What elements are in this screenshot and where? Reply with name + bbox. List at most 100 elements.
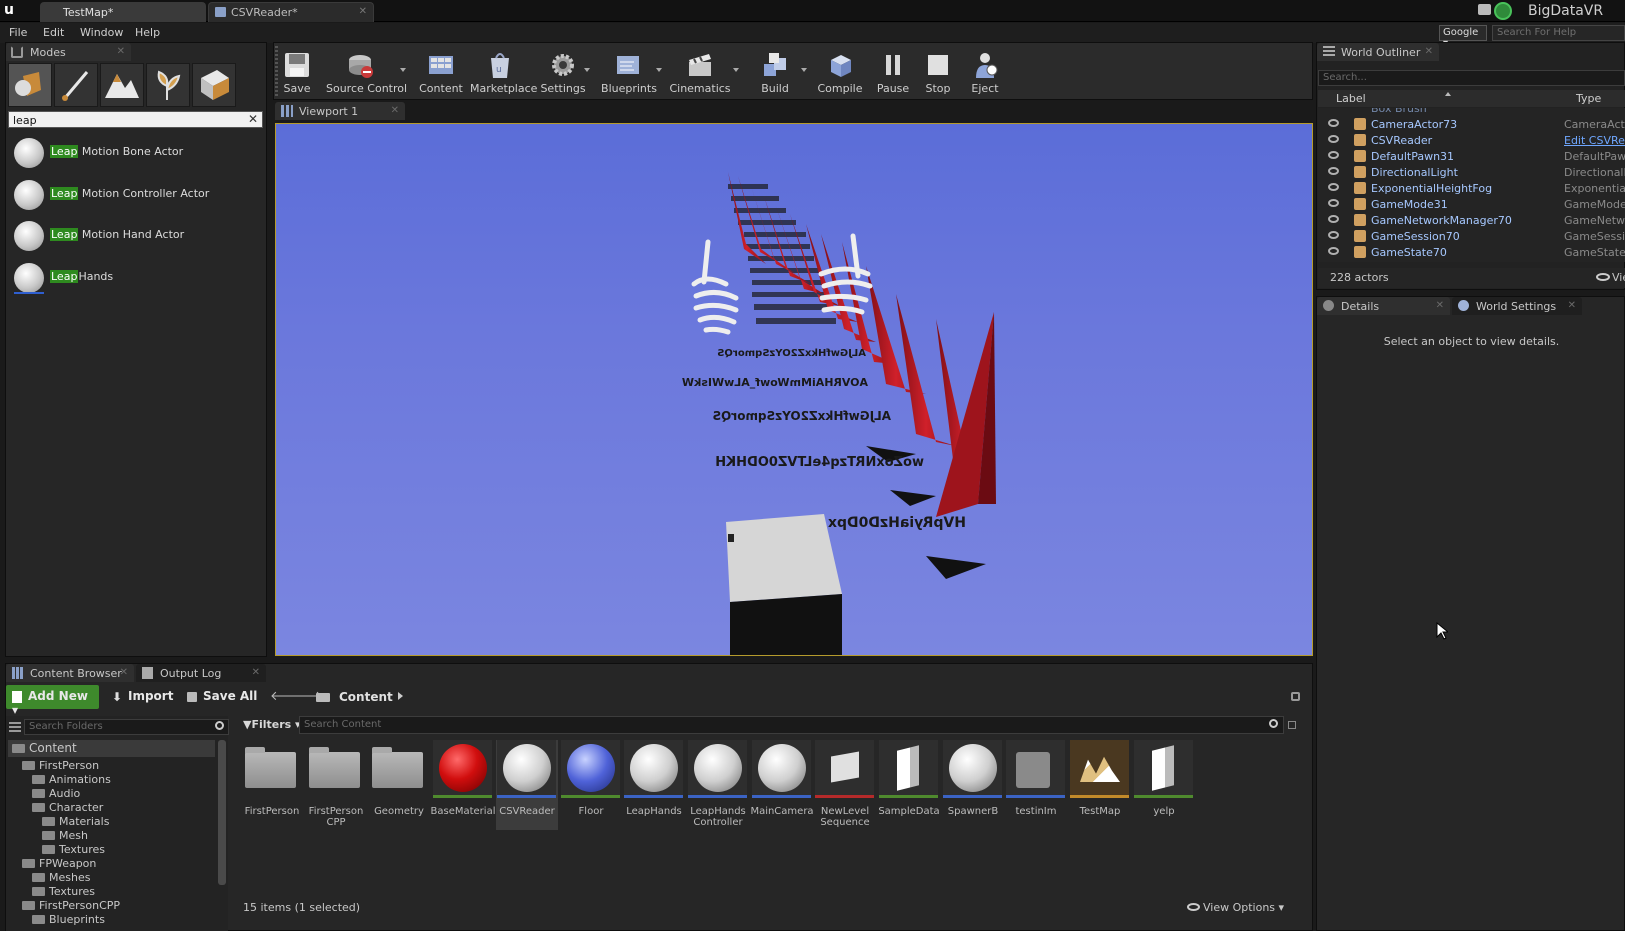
close-icon[interactable]: ✕ bbox=[391, 105, 399, 116]
menu-window[interactable]: Window bbox=[80, 26, 123, 39]
paint-mode-button[interactable] bbox=[54, 63, 98, 107]
menu-file[interactable]: File bbox=[9, 26, 27, 39]
table-row[interactable]: GameState70 GameState bbox=[1318, 244, 1625, 260]
breadcrumb-arrow-icon[interactable] bbox=[398, 692, 403, 700]
eye-icon[interactable] bbox=[1596, 273, 1610, 281]
save-search-icon[interactable] bbox=[1288, 721, 1296, 729]
content-button[interactable]: Content bbox=[411, 48, 471, 96]
tab-csvreader[interactable]: CSVReader* ✕ bbox=[208, 2, 374, 22]
import-button[interactable]: ⬇ Import bbox=[108, 685, 179, 709]
asset-tile[interactable]: TestMap bbox=[1069, 740, 1131, 830]
tree-folder-item[interactable]: Character bbox=[32, 801, 103, 815]
table-row[interactable]: GameSession70 GameSession bbox=[1318, 228, 1625, 244]
close-icon[interactable]: ✕ bbox=[120, 667, 128, 678]
column-type[interactable]: Type bbox=[1576, 92, 1601, 105]
eject-button[interactable]: Eject bbox=[955, 48, 1015, 96]
close-icon[interactable]: ✕ bbox=[252, 667, 260, 678]
blueprints-button[interactable]: Blueprints bbox=[596, 48, 662, 96]
table-row[interactable]: DefaultPawn31 DefaultPawn bbox=[1318, 148, 1625, 164]
marketplace-button[interactable]: u Marketplace bbox=[470, 48, 537, 96]
visibility-eye-icon[interactable] bbox=[1328, 151, 1339, 159]
sources-toggle-icon[interactable] bbox=[9, 722, 21, 732]
asset-tile[interactable]: testinIm bbox=[1005, 740, 1067, 830]
table-row[interactable]: DirectionalLight DirectionalLight bbox=[1318, 164, 1625, 180]
view-options-partial[interactable]: View Options bbox=[1612, 271, 1625, 284]
menu-edit[interactable]: Edit bbox=[43, 26, 64, 39]
asset-tile[interactable]: SampleData bbox=[878, 740, 940, 830]
table-row[interactable]: Box Brush bbox=[1318, 108, 1625, 115]
modes-search-input[interactable]: leap ✕ bbox=[8, 111, 263, 128]
menu-help[interactable]: Help bbox=[135, 26, 160, 39]
tree-folder-item[interactable]: Animations bbox=[32, 773, 111, 787]
asset-tile[interactable]: FirstPerson bbox=[241, 740, 303, 830]
blueprints-dropdown-icon[interactable] bbox=[656, 68, 662, 72]
table-row[interactable]: GameMode31 GameMode bbox=[1318, 196, 1625, 212]
table-row[interactable]: CameraActor73 CameraActor bbox=[1318, 116, 1625, 132]
tab-modes[interactable]: Modes ✕ bbox=[6, 43, 131, 61]
tree-folder-item[interactable]: Blueprints bbox=[32, 913, 105, 927]
tab-details[interactable]: Details ✕ bbox=[1317, 297, 1450, 315]
tree-folder-item[interactable]: Audio bbox=[32, 787, 80, 801]
search-content-input[interactable]: Search Content bbox=[299, 716, 1284, 734]
help-search-input[interactable]: Search For Help bbox=[1492, 25, 1625, 41]
list-item[interactable]: Leap Motion Controller Actor bbox=[14, 178, 254, 212]
close-icon[interactable]: ✕ bbox=[1568, 300, 1576, 311]
chat-icon[interactable] bbox=[1478, 4, 1491, 15]
visibility-eye-icon[interactable] bbox=[1328, 231, 1339, 239]
tree-folder-item[interactable]: Mesh bbox=[42, 829, 88, 843]
tab-output-log[interactable]: Output Log ✕ bbox=[136, 664, 266, 682]
asset-tile[interactable]: yelp bbox=[1133, 740, 1195, 830]
list-item[interactable]: LeapHands bbox=[14, 261, 254, 295]
asset-tile[interactable]: Geometry bbox=[368, 740, 430, 830]
asset-tile[interactable]: SpawnerB bbox=[942, 740, 1004, 830]
geometry-mode-button[interactable] bbox=[192, 63, 236, 107]
tab-world-outliner[interactable]: World Outliner ✕ bbox=[1317, 43, 1439, 61]
build-button[interactable]: Build bbox=[745, 48, 805, 96]
outliner-search-input[interactable]: Search... bbox=[1318, 70, 1625, 86]
close-icon[interactable]: ✕ bbox=[1436, 300, 1444, 311]
tree-folder-item[interactable]: Textures bbox=[42, 843, 105, 857]
view-options-button[interactable]: View Options ▾ bbox=[1187, 901, 1284, 914]
breadcrumb-content[interactable]: Content bbox=[339, 690, 393, 704]
tree-folder-item[interactable]: Meshes bbox=[32, 871, 90, 885]
tab-testmap[interactable]: TestMap* bbox=[40, 2, 206, 22]
visibility-eye-icon[interactable] bbox=[1328, 119, 1339, 127]
table-row[interactable]: GameNetworkManager70 GameNetworkManager bbox=[1318, 212, 1625, 228]
close-icon[interactable]: ✕ bbox=[1425, 46, 1433, 57]
asset-tile[interactable]: FirstPerson CPP bbox=[305, 740, 367, 830]
compile-button[interactable]: Compile bbox=[810, 48, 870, 96]
close-icon[interactable]: ✕ bbox=[117, 46, 125, 57]
list-item[interactable]: Leap Motion Hand Actor bbox=[14, 219, 254, 253]
tree-folder-item[interactable]: FPWeapon bbox=[22, 857, 96, 871]
unreal-logo-icon[interactable]: u bbox=[4, 2, 20, 18]
settings-button[interactable]: Settings bbox=[533, 48, 593, 96]
tab-viewport[interactable]: Viewport 1 ✕ bbox=[275, 102, 405, 120]
asset-tile[interactable]: LeapHands bbox=[623, 740, 685, 830]
tree-folder-item[interactable]: Textures bbox=[32, 885, 95, 899]
list-item[interactable]: Leap Motion Bone Actor bbox=[14, 136, 254, 170]
cinematics-button[interactable]: Cinematics bbox=[665, 48, 735, 96]
source-control-dropdown-icon[interactable] bbox=[400, 68, 406, 72]
source-control-status-icon[interactable] bbox=[1494, 2, 1512, 20]
column-label[interactable]: Label bbox=[1336, 92, 1366, 105]
table-row[interactable]: ExponentialHeightFog ExponentialHeightFog bbox=[1318, 180, 1625, 196]
asset-tile[interactable]: MainCamera bbox=[750, 740, 814, 830]
visibility-eye-icon[interactable] bbox=[1328, 247, 1339, 255]
tab-content-browser[interactable]: Content Browser ✕ bbox=[6, 664, 134, 682]
source-control-button[interactable]: Source Control bbox=[326, 48, 407, 96]
lock-icon[interactable] bbox=[1291, 692, 1300, 701]
asset-tile[interactable]: NewLevel Sequence bbox=[814, 740, 876, 830]
clear-search-icon[interactable]: ✕ bbox=[248, 112, 258, 126]
save-all-button[interactable]: Save All bbox=[183, 685, 263, 709]
visibility-eye-icon[interactable] bbox=[1328, 167, 1339, 175]
add-new-button[interactable]: Add New ▾ bbox=[6, 685, 99, 717]
visibility-eye-icon[interactable] bbox=[1328, 215, 1339, 223]
landscape-mode-button[interactable] bbox=[100, 63, 144, 107]
place-mode-button[interactable] bbox=[8, 63, 52, 107]
tree-folder-item[interactable]: Content bbox=[12, 741, 77, 755]
cinematics-dropdown-icon[interactable] bbox=[733, 68, 739, 72]
asset-tile[interactable]: CSVReader bbox=[496, 740, 558, 830]
visibility-eye-icon[interactable] bbox=[1328, 183, 1339, 191]
table-row[interactable]: CSVReader Edit CSVReader bbox=[1318, 132, 1625, 148]
save-button[interactable]: Save bbox=[267, 48, 327, 96]
